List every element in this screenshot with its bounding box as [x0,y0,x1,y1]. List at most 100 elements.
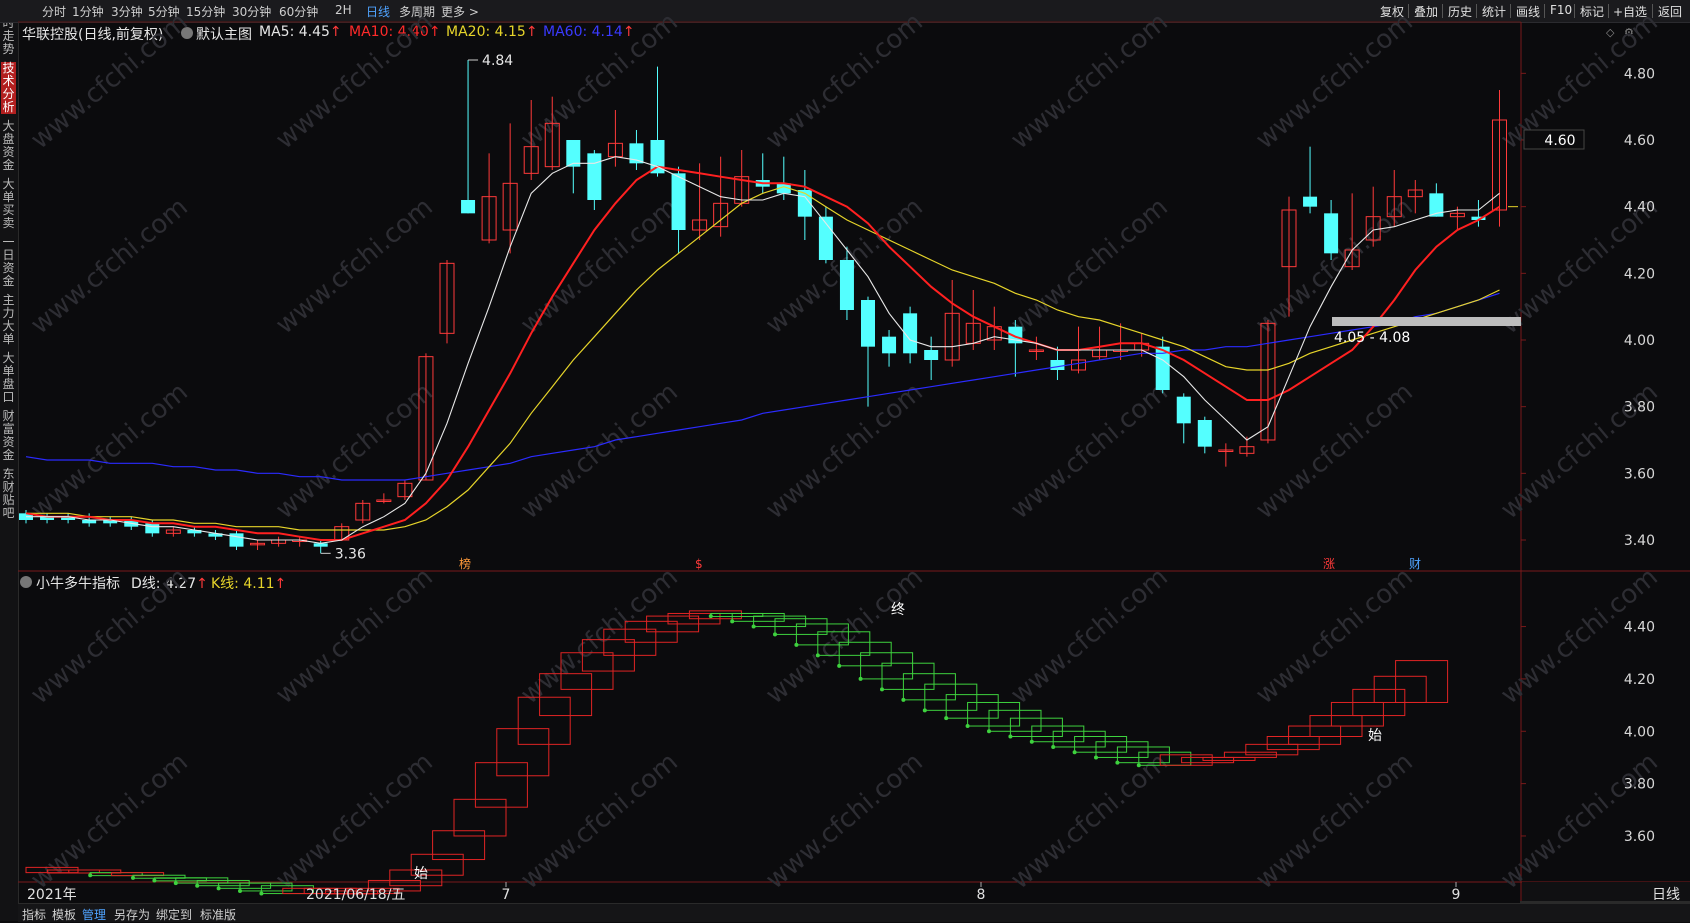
yaxis-label: 3.80 [1624,400,1655,416]
indicator-box [881,662,935,690]
watermark-text: www.cfchi.com [25,562,194,710]
candle-body[interactable] [1303,196,1318,207]
watermark-text: www.cfchi.com [1250,747,1419,895]
indicator-dot [965,724,970,729]
event-marker[interactable]: 涨 [1323,556,1335,571]
indicator-dot [173,881,178,886]
standard-edition-button[interactable]: 标准版 [200,906,236,923]
indicator-dot [259,891,264,896]
candle-body[interactable] [1324,213,1339,254]
watermark-text: www.cfchi.com [760,747,929,895]
indicator-dot [751,624,756,629]
indicator-dot [944,716,949,721]
indicator-box [1009,717,1063,737]
indicator-yaxis-label: 4.20 [1624,672,1655,688]
watermark-text: www.cfchi.com [1005,747,1174,895]
xaxis-label: 9 [1452,887,1461,903]
candle-body[interactable] [924,350,939,360]
watermark-text: www.cfchi.com [25,7,194,155]
indicator-box [1074,736,1128,753]
high-label: 4.84 [482,53,513,69]
indicator-dot [216,886,221,891]
indicator-dot [1115,760,1120,765]
watermark-text: www.cfchi.com [25,377,194,525]
candle-body[interactable] [671,173,686,230]
indicator-dot [837,663,842,668]
indicator-dot [815,653,820,658]
indicator-dot [987,729,991,734]
indicator-box [924,683,978,711]
candle-body[interactable] [145,523,160,534]
candle-body[interactable] [861,300,875,347]
price-range-label: 4.05 - 4.08 [1334,330,1410,346]
indicator-dot [858,676,863,681]
bottom-toolbar: 指标 模板 管理 另存为 绑定到 标准版 [18,903,1690,922]
candle-body[interactable] [1176,396,1191,424]
indicator-dot [1051,744,1056,749]
yaxis-label: 4.80 [1624,66,1655,82]
indicator-button[interactable]: 指标 [22,906,46,923]
indicator-dot [1094,755,1098,760]
xaxis-label: 2021/06/18/五 [306,887,405,903]
indicator-dot [1029,739,1034,744]
watermark-text: www.cfchi.com [515,747,684,895]
watermark-text: www.cfchi.com [1250,7,1419,155]
indicator-dot [730,619,735,624]
indicator-dot [773,632,777,637]
event-marker[interactable]: 财 [1409,557,1421,571]
indicator-box [967,701,1021,727]
indicator-signal-label: 终 [891,602,905,618]
indicator-dot [1136,763,1141,768]
indicator-dot [131,875,135,880]
indicator-dot [152,878,157,883]
watermark-text: www.cfchi.com [760,7,929,155]
manage-button[interactable]: 管理 [82,906,106,923]
indicator-dot [88,873,93,878]
event-marker[interactable]: $ [695,557,703,571]
candle-body[interactable] [229,533,244,547]
watermark-text: www.cfchi.com [760,377,929,525]
indicator-box [1031,725,1085,743]
bind-to-button[interactable]: 绑定到 [156,906,192,923]
watermark-text: www.cfchi.com [1005,562,1174,710]
indicator-box [1266,736,1320,751]
indicator-dot [708,614,713,619]
watermark-text: www.cfchi.com [270,377,439,525]
watermark-text: www.cfchi.com [270,192,439,340]
indicator-signal-label: 始 [1368,728,1382,744]
indicator-box [688,610,742,620]
indicator-yaxis-label: 3.80 [1624,777,1655,793]
candle-body[interactable] [1197,420,1212,447]
indicator-dot [880,687,884,692]
indicator-dot [794,642,799,647]
watermark-text: www.cfchi.com [515,377,684,525]
candle-body[interactable] [882,336,897,354]
indicator-box [1330,701,1384,727]
watermark-text: www.cfchi.com [515,7,684,155]
yaxis-label: 3.60 [1624,466,1655,482]
indicator-box [496,728,550,777]
indicator-box [517,696,571,745]
candle-body[interactable] [587,153,602,200]
candle-body[interactable] [839,260,854,310]
yaxis-label: 4.60 [1624,133,1655,149]
indicator-dot [195,883,200,888]
yaxis-label: 3.40 [1624,533,1655,549]
indicator-box [945,694,999,719]
candle-body[interactable] [461,200,476,214]
indicator-box [474,762,528,808]
event-marker[interactable]: 榜 [459,556,471,571]
watermark-text: www.cfchi.com [1005,7,1174,155]
candle-body[interactable] [1050,360,1065,370]
template-button[interactable]: 模板 [52,906,76,923]
indicator-dot [1008,734,1013,739]
indicator-box [988,709,1042,732]
indicator-yaxis-label: 4.40 [1624,620,1655,636]
candle-body[interactable] [566,140,581,167]
kline-chart[interactable]: www.cfchi.com www.cfchi.com www.cfchi.com w… [0,0,1690,921]
watermark-text: www.cfchi.com [1005,377,1174,525]
save-as-button[interactable]: 另存为 [114,906,150,923]
yaxis-label: 4.40 [1624,200,1655,216]
indicator-box [902,673,956,701]
yaxis-label: 4.20 [1624,266,1655,282]
